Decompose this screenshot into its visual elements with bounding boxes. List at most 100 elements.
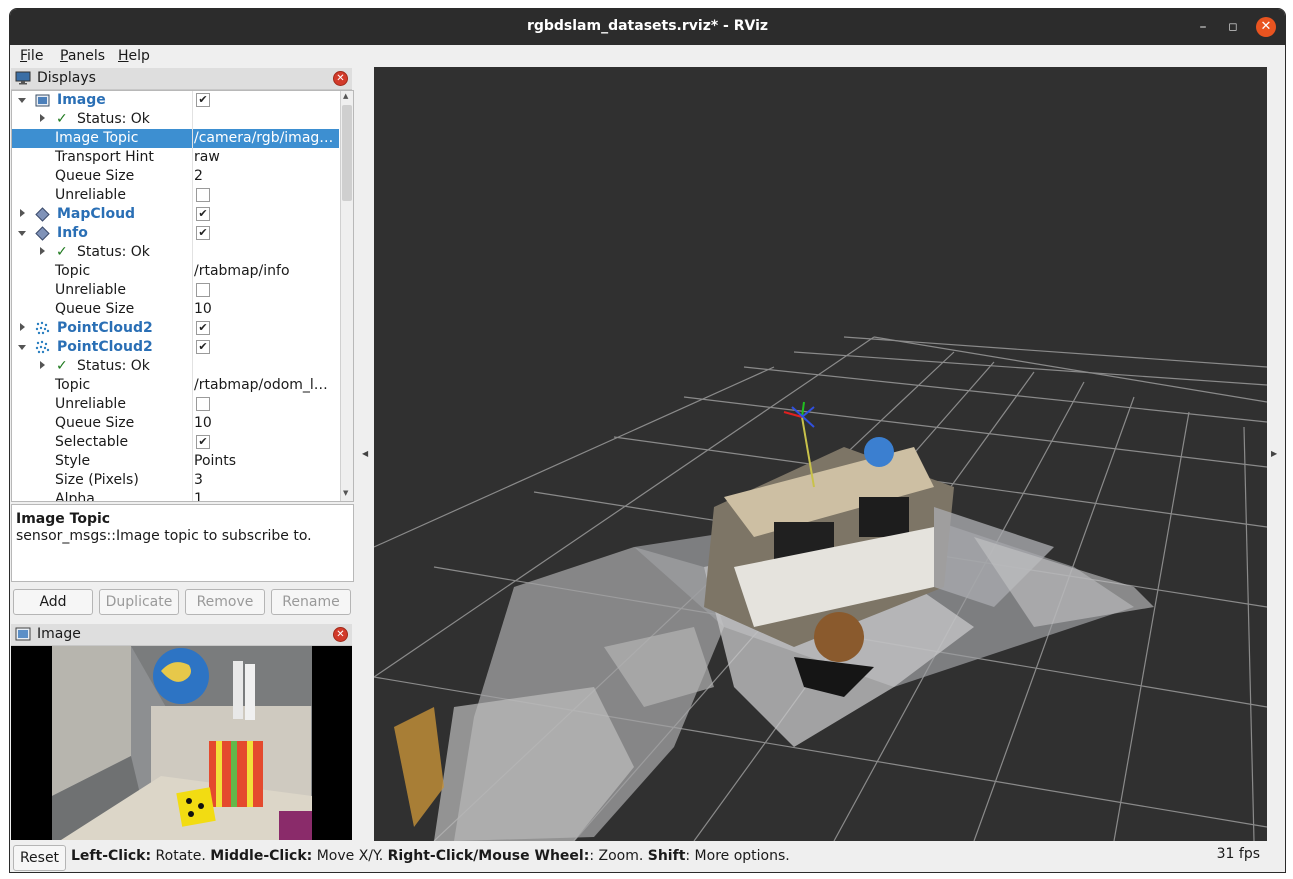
column-divider (192, 148, 193, 167)
expand-arrow-icon[interactable] (20, 209, 25, 217)
column-divider (192, 205, 193, 224)
tree-row-checkbox[interactable]: ✔ (196, 226, 210, 240)
collapse-left-icon[interactable]: ◀ (362, 449, 368, 458)
close-window-button[interactable]: ✕ (1256, 17, 1276, 37)
tree-row-value[interactable]: 2 (194, 168, 338, 184)
tree-row[interactable]: Alpha 1 (12, 490, 339, 501)
tree-row-checkbox[interactable] (196, 188, 210, 202)
tree-row[interactable]: Unreliable (12, 186, 339, 205)
tree-row[interactable]: Queue Size 10 (12, 300, 339, 319)
collapse-arrow-icon[interactable] (18, 345, 26, 350)
tree-row[interactable]: PointCloud2 ✔ (12, 338, 339, 357)
tree-row[interactable]: ✓ Status: Ok (12, 357, 339, 376)
collapse-arrow-icon[interactable] (18, 98, 26, 103)
scrollbar-thumb[interactable] (342, 105, 352, 201)
info-display-icon (35, 226, 50, 241)
image-panel-title: Image (37, 626, 81, 642)
title-bar: rgbdslam_datasets.rviz* - RViz – ◻ ✕ (10, 9, 1285, 45)
tree-scrollbar[interactable]: ▲ ▼ (340, 91, 353, 501)
tree-row[interactable]: Unreliable (12, 281, 339, 300)
window-title: rgbdslam_datasets.rviz* - RViz (526, 18, 769, 34)
displays-panel-title: Displays (37, 70, 96, 86)
tree-row[interactable]: Image Topic/camera/rgb/imag… (12, 129, 339, 148)
tree-row-checkbox[interactable]: ✔ (196, 435, 210, 449)
tree-row-checkbox[interactable]: ✔ (196, 321, 210, 335)
tree-row[interactable]: Style Points (12, 452, 339, 471)
tree-row[interactable]: Selectable ✔ (12, 433, 339, 452)
close-displays-panel-icon[interactable]: ✕ (333, 71, 348, 86)
mouse-hint-text: Left-Click: Rotate. Middle-Click: Move X… (71, 848, 790, 864)
tree-row-label: PointCloud2 (57, 320, 153, 336)
tree-row[interactable]: MapCloud ✔ (12, 205, 339, 224)
hint-part: Left-Click: (71, 848, 152, 864)
tree-row-value[interactable]: /camera/rgb/imag… (194, 130, 338, 146)
tree-row-label: Unreliable (55, 187, 126, 203)
property-description: Image Topic sensor_msgs::Image topic to … (11, 504, 354, 582)
tree-row[interactable]: Transport Hint raw (12, 148, 339, 167)
tree-row-value[interactable]: Points (194, 453, 338, 469)
minimize-icon[interactable]: – (1195, 19, 1211, 35)
menu-help[interactable]: Help (118, 48, 150, 64)
tree-row[interactable]: Queue Size 10 (12, 414, 339, 433)
maximize-icon[interactable]: ◻ (1225, 19, 1241, 35)
tree-row[interactable]: Info ✔ (12, 224, 339, 243)
collapse-right-icon[interactable]: ▶ (1271, 449, 1277, 458)
scroll-down-icon[interactable]: ▼ (343, 489, 348, 497)
tree-row-label: Image Topic (55, 130, 139, 146)
column-divider (192, 300, 193, 319)
tree-row[interactable]: Topic/rtabmap/info (12, 262, 339, 281)
tree-row[interactable]: Image ✔ (12, 91, 339, 110)
tree-row-checkbox[interactable]: ✔ (196, 93, 210, 107)
tree-row[interactable]: Unreliable (12, 395, 339, 414)
tree-row-label: Info (57, 225, 88, 241)
tree-row-value[interactable]: 1 (194, 491, 338, 501)
tree-row[interactable]: Queue Size 2 (12, 167, 339, 186)
scroll-up-icon[interactable]: ▲ (343, 92, 348, 100)
expand-arrow-icon[interactable] (20, 323, 25, 331)
tree-row-value[interactable]: 3 (194, 472, 338, 488)
description-text: sensor_msgs::Image topic to subscribe to… (16, 528, 312, 544)
tree-row-checkbox[interactable] (196, 283, 210, 297)
monitor-icon (15, 71, 31, 85)
expand-arrow-icon[interactable] (40, 247, 45, 255)
tree-row[interactable]: Size (Pixels) 3 (12, 471, 339, 490)
column-divider (192, 167, 193, 186)
column-divider (192, 433, 193, 452)
tree-row-value[interactable]: /rtabmap/info (194, 263, 338, 279)
3d-render-viewport[interactable] (373, 67, 1268, 842)
tree-row[interactable]: Topic/rtabmap/odom_l… (12, 376, 339, 395)
tree-row-checkbox[interactable]: ✔ (196, 207, 210, 221)
tree-row[interactable]: ✓ Status: Ok (12, 243, 339, 262)
add-button[interactable]: Add (13, 589, 93, 615)
tree-row-value[interactable]: 10 (194, 415, 338, 431)
collapse-arrow-icon[interactable] (18, 231, 26, 236)
tree-row-label: Transport Hint (55, 149, 154, 165)
duplicate-button[interactable]: Duplicate (99, 589, 179, 615)
menu-panels[interactable]: Panels (60, 48, 105, 64)
tree-row-checkbox[interactable]: ✔ (196, 340, 210, 354)
tree-row[interactable]: ✓ Status: Ok (12, 110, 339, 129)
reset-button[interactable]: Reset (13, 845, 66, 871)
remove-button[interactable]: Remove (185, 589, 265, 615)
camera-image-view (11, 646, 352, 840)
description-title: Image Topic (16, 511, 111, 527)
menu-file[interactable]: File (20, 48, 43, 64)
displays-tree[interactable]: Alpha 1 Size (Pixels) 3 Style Points Selectabl… (11, 90, 354, 502)
close-image-panel-icon[interactable]: ✕ (333, 627, 348, 642)
tree-row[interactable]: PointCloud2 ✔ (12, 319, 339, 338)
tree-row-value[interactable]: /rtabmap/odom_l… (194, 377, 338, 393)
image-panel-icon (15, 627, 31, 641)
tree-row-value[interactable]: 10 (194, 301, 338, 317)
tree-row-label: Image (57, 92, 106, 108)
tree-row-checkbox[interactable] (196, 397, 210, 411)
rename-button[interactable]: Rename (271, 589, 351, 615)
tree-row-label: Size (Pixels) (55, 472, 139, 488)
tree-row-label: Queue Size (55, 415, 135, 431)
column-divider (192, 414, 193, 433)
tree-row-value[interactable]: raw (194, 149, 338, 165)
camera-image (11, 646, 352, 840)
expand-arrow-icon[interactable] (40, 361, 45, 369)
expand-arrow-icon[interactable] (40, 114, 45, 122)
column-divider (192, 186, 193, 205)
column-divider (192, 110, 193, 129)
